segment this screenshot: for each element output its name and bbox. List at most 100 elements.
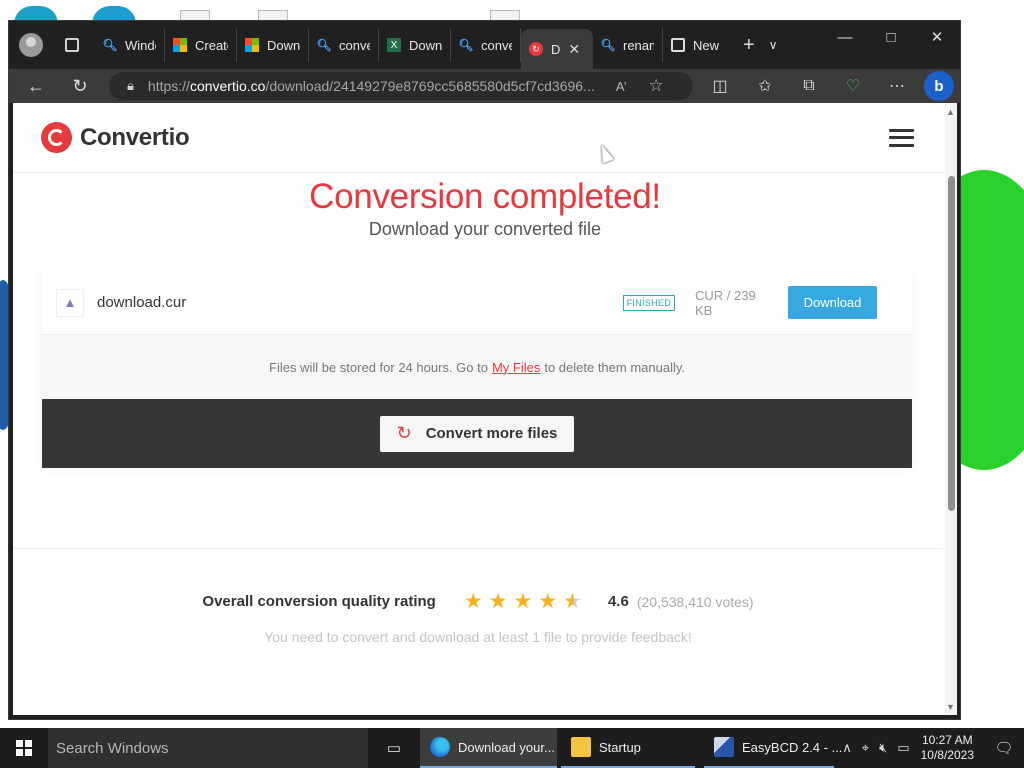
folder-icon (571, 737, 591, 757)
task-view-icon[interactable]: ▭ (370, 728, 418, 768)
page-title: Conversion completed! (309, 177, 661, 216)
minimize-icon[interactable]: — (822, 21, 868, 53)
half-star-icon: ★ (563, 590, 582, 613)
tab-label: New t (693, 37, 721, 53)
web-page: Convertio Conversion completed! Download… (13, 103, 957, 715)
browser-tab[interactable]: New t (663, 28, 729, 62)
more-menu-icon[interactable]: ⋯ (884, 73, 910, 99)
scroll-up-icon[interactable]: ▲ (946, 107, 955, 117)
close-window-icon[interactable]: ✕ (914, 21, 960, 53)
system-tray: ∧ ⌖ 🔇︎ ▭ 10:27 AM 10/8/2023 🗨︎ (837, 728, 1024, 768)
refresh-icon[interactable]: ↻ (65, 71, 95, 101)
url-text: https://convertio.co/download/24149279e8… (147, 78, 595, 94)
rating-stars: ★ ★ ★ ★ ★ (464, 589, 582, 614)
browser-tab[interactable]: 🔍︎ conve (451, 28, 521, 62)
tab-label: Windo (125, 37, 156, 53)
easybcd-icon (714, 737, 734, 757)
tab-label: renam (623, 37, 654, 53)
logo-text: Convertio (80, 123, 190, 151)
browser-tab[interactable]: X Downl (379, 28, 451, 62)
performance-icon[interactable]: ♡ (840, 73, 866, 99)
newtab-icon (671, 38, 685, 52)
display-icon[interactable]: ▭ (897, 740, 909, 756)
start-button[interactable] (0, 728, 48, 768)
taskbar-app-startup[interactable]: Startup (561, 728, 695, 768)
taskbar-app-label: Startup (599, 739, 641, 755)
chevron-down-icon[interactable]: ∨ (769, 38, 778, 52)
taskbar-app-edge[interactable]: Download your... (420, 728, 557, 768)
collections-icon[interactable]: ⧉ (796, 73, 822, 99)
file-row: ▲ download.cur FINISHED CUR / 239 KB Dow… (42, 271, 912, 335)
maximize-icon[interactable]: □ (868, 21, 914, 53)
page-scrollbar[interactable]: ▲ ▼ (945, 103, 957, 715)
taskbar: Search Windows ▭ Download your... Startu… (0, 728, 1024, 768)
my-files-link[interactable]: My Files (492, 360, 540, 375)
windows-logo-icon (16, 740, 32, 756)
browser-tab[interactable]: 🔍︎ conve (309, 28, 379, 62)
tab-label: Downl (409, 37, 442, 53)
taskbar-search[interactable]: Search Windows (48, 728, 368, 768)
notice-text: Files will be stored for 24 hours. Go to (269, 359, 488, 375)
lock-icon: 🔒︎ (127, 78, 134, 93)
microsoft-icon (173, 38, 187, 52)
browser-window: 🔍︎ Windo Create Downl 🔍︎ conve X Downl 🔍… (8, 20, 961, 720)
favorites-icon[interactable]: ✩ (752, 73, 778, 99)
convertio-icon: ↻ (529, 42, 543, 56)
scroll-down-icon[interactable]: ▼ (946, 702, 955, 712)
notice-text: to delete them manually. (544, 359, 685, 375)
split-screen-icon[interactable]: ◫ (707, 73, 733, 99)
close-tab-icon[interactable]: ✕ (568, 41, 580, 58)
taskbar-app-label: Download your... (458, 739, 555, 755)
convert-more-button[interactable]: ↻ Convert more files (380, 415, 574, 452)
scrollbar-thumb[interactable] (948, 176, 955, 511)
section-divider (13, 548, 943, 549)
download-button[interactable]: Download (788, 286, 877, 319)
new-tab-icon[interactable]: + (743, 34, 755, 57)
network-icon[interactable]: ⌖ (862, 740, 869, 756)
file-meta: CUR / 239 KB (695, 287, 756, 318)
browser-tab[interactable]: 🔍︎ renam (593, 28, 663, 62)
browser-tab[interactable]: 🔍︎ Windo (95, 28, 165, 62)
search-icon: 🔍︎ (102, 38, 118, 52)
back-icon[interactable]: ← (21, 71, 51, 101)
favorite-star-icon[interactable]: ☆ (649, 76, 664, 96)
star-icon: ★ (513, 590, 533, 613)
site-header: Convertio (13, 103, 957, 173)
clock[interactable]: 10:27 AM 10/8/2023 (921, 733, 974, 763)
hamburger-menu-icon[interactable] (889, 128, 914, 147)
star-icon: ★ (463, 590, 483, 613)
url-field[interactable]: 🔒︎ https://convertio.co/download/2414927… (109, 72, 693, 100)
speaker-muted-icon[interactable]: 🔇︎ (879, 740, 887, 756)
convert-more-label: Convert more files (425, 425, 558, 442)
tab-label: D (551, 41, 561, 57)
browser-tab[interactable]: Create (165, 28, 237, 62)
tab-actions-icon[interactable] (65, 38, 79, 52)
search-icon: 🔍︎ (316, 38, 332, 52)
taskbar-app-easybcd[interactable]: EasyBCD 2.4 - ... (704, 728, 842, 768)
convertio-logo-icon (41, 122, 72, 153)
excel-icon: X (387, 38, 401, 52)
profile-icon[interactable] (19, 33, 43, 57)
tab-label: conve (481, 37, 512, 53)
browser-tab[interactable]: Downl (237, 28, 309, 62)
feedback-note: You need to convert and download at leas… (264, 629, 692, 645)
rating-label: Overall conversion quality rating (202, 593, 436, 610)
clock-time: 10:27 AM (921, 733, 973, 747)
convert-more-bar: ↻ Convert more files (42, 399, 912, 468)
tab-strip: 🔍︎ Windo Create Downl 🔍︎ conve X Downl 🔍… (9, 21, 960, 69)
taskbar-app-label: EasyBCD 2.4 - ... (742, 739, 843, 755)
file-card: ▲ download.cur FINISHED CUR / 239 KB Dow… (42, 271, 912, 468)
notifications-icon[interactable]: 🗨︎ (984, 728, 1024, 768)
star-icon: ★ (538, 590, 558, 613)
address-bar-row: ← ↻ 🔒︎ https://convertio.co/download/241… (9, 69, 960, 103)
search-icon: 🔍︎ (600, 38, 616, 52)
browser-tab-active[interactable]: ↻ D ✕ (521, 29, 593, 69)
convertio-logo[interactable]: Convertio (41, 122, 190, 153)
chevron-up-icon[interactable]: ∧ (842, 740, 852, 756)
file-name: download.cur (97, 294, 187, 311)
search-placeholder: Search Windows (56, 739, 169, 757)
read-aloud-icon[interactable]: A’ (616, 79, 627, 94)
tab-label: Create (195, 37, 228, 53)
bing-icon[interactable]: b (924, 71, 954, 101)
star-icon: ★ (488, 590, 508, 613)
